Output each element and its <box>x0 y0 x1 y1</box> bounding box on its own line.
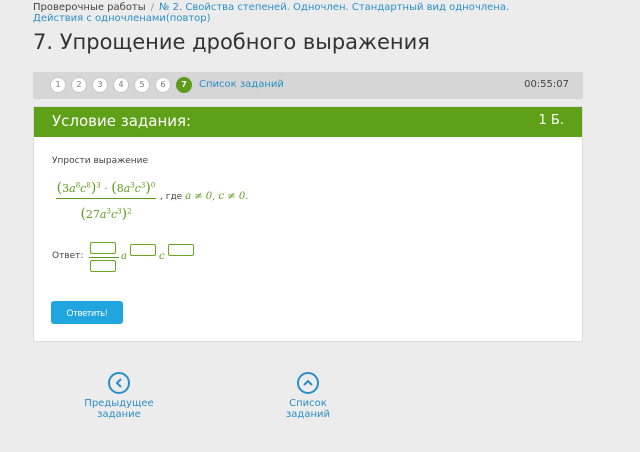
task-panel: Условие задания: 1 Б. Упрости выражение … <box>33 106 583 342</box>
condition-text: , где <box>160 192 183 202</box>
answer-exponent-a-input[interactable] <box>130 244 156 256</box>
page-2[interactable]: 2 <box>71 77 87 93</box>
breadcrumb: Проверочные работы / № 2. Свойства степене… <box>33 2 533 24</box>
answer-exponent-c-input[interactable] <box>168 244 194 256</box>
condition-math: a ≠ 0, c ≠ 0. <box>185 191 249 202</box>
page-title: 7. Упрощение дробного выражения <box>33 30 430 54</box>
submit-button[interactable]: Ответить! <box>51 301 123 324</box>
fraction-numerator: (3a8c8)3 · (8a3c3)0 <box>56 180 156 196</box>
page-5[interactable]: 5 <box>134 77 150 93</box>
previous-task-link[interactable]: Предыдущее задание <box>66 372 172 420</box>
fraction-expression: (3a8c8)3 · (8a3c3)0 (27a3c3)2 , где a ≠ … <box>52 176 272 224</box>
fraction-denominator: (27a3c3)2 <box>80 206 132 222</box>
task-list-footer-link[interactable]: Список заданий <box>270 372 346 420</box>
answer-label: Ответ: <box>52 251 84 261</box>
page-4[interactable]: 4 <box>113 77 129 93</box>
chevron-up-icon <box>297 372 319 394</box>
fraction-bar <box>56 198 156 199</box>
timer: 00:55:07 <box>524 79 569 90</box>
task-prompt: Упрости выражение <box>52 156 149 166</box>
page-6[interactable]: 6 <box>155 77 171 93</box>
answer-denominator-input[interactable] <box>90 260 116 272</box>
answer-area: Ответ: a c <box>52 240 252 280</box>
task-list-footer-label: Список заданий <box>285 398 331 420</box>
breadcrumb-separator: / <box>150 2 155 13</box>
condition: , где a ≠ 0, c ≠ 0. <box>160 191 248 202</box>
answer-var-a: a <box>121 251 127 262</box>
task-points: 1 Б. <box>538 113 564 128</box>
answer-numerator-input[interactable] <box>90 242 116 254</box>
answer-fraction-bar <box>89 257 119 258</box>
page-1[interactable]: 1 <box>50 77 66 93</box>
task-list-link[interactable]: Список заданий <box>199 79 284 90</box>
chevron-left-icon <box>108 372 130 394</box>
page-7-active[interactable]: 7 <box>176 77 192 93</box>
previous-task-label: Предыдущее задание <box>84 398 154 420</box>
page-3[interactable]: 3 <box>92 77 108 93</box>
breadcrumb-root[interactable]: Проверочные работы <box>33 2 146 13</box>
page-list: 1 2 3 4 5 6 7 <box>50 77 192 93</box>
answer-var-c: c <box>159 251 165 262</box>
task-header: Условие задания: 1 Б. <box>34 107 582 137</box>
task-header-title: Условие задания: <box>52 112 192 130</box>
task-navigation-bar: 1 2 3 4 5 6 7 Список заданий 00:55:07 <box>33 72 583 99</box>
